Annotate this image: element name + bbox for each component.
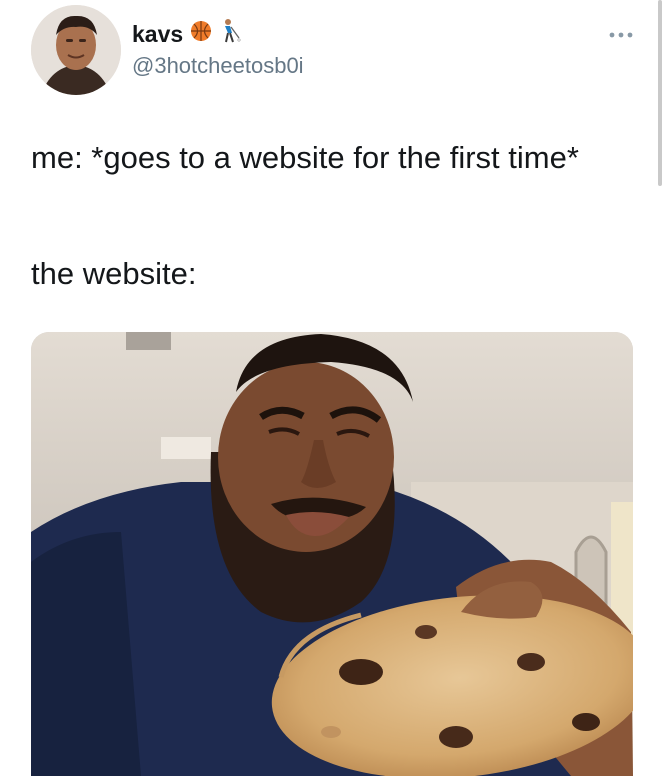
basketball-emoji-icon — [189, 19, 213, 49]
tweet-media[interactable] — [31, 332, 633, 776]
golfer-emoji-icon — [219, 18, 241, 50]
tweet-text-second-line: the website: — [31, 256, 197, 291]
more-options-icon[interactable] — [608, 26, 634, 38]
scrollbar[interactable] — [658, 0, 662, 186]
user-handle[interactable]: @3hotcheetosb0i — [132, 53, 304, 79]
man-with-cookie-image — [31, 332, 633, 776]
tweet-text: me: *goes to a website for the first tim… — [31, 140, 579, 175]
display-name[interactable]: kavs — [132, 21, 183, 48]
display-name-row[interactable]: kavs — [132, 18, 241, 50]
avatar-image — [31, 5, 121, 95]
avatar[interactable] — [31, 5, 121, 95]
